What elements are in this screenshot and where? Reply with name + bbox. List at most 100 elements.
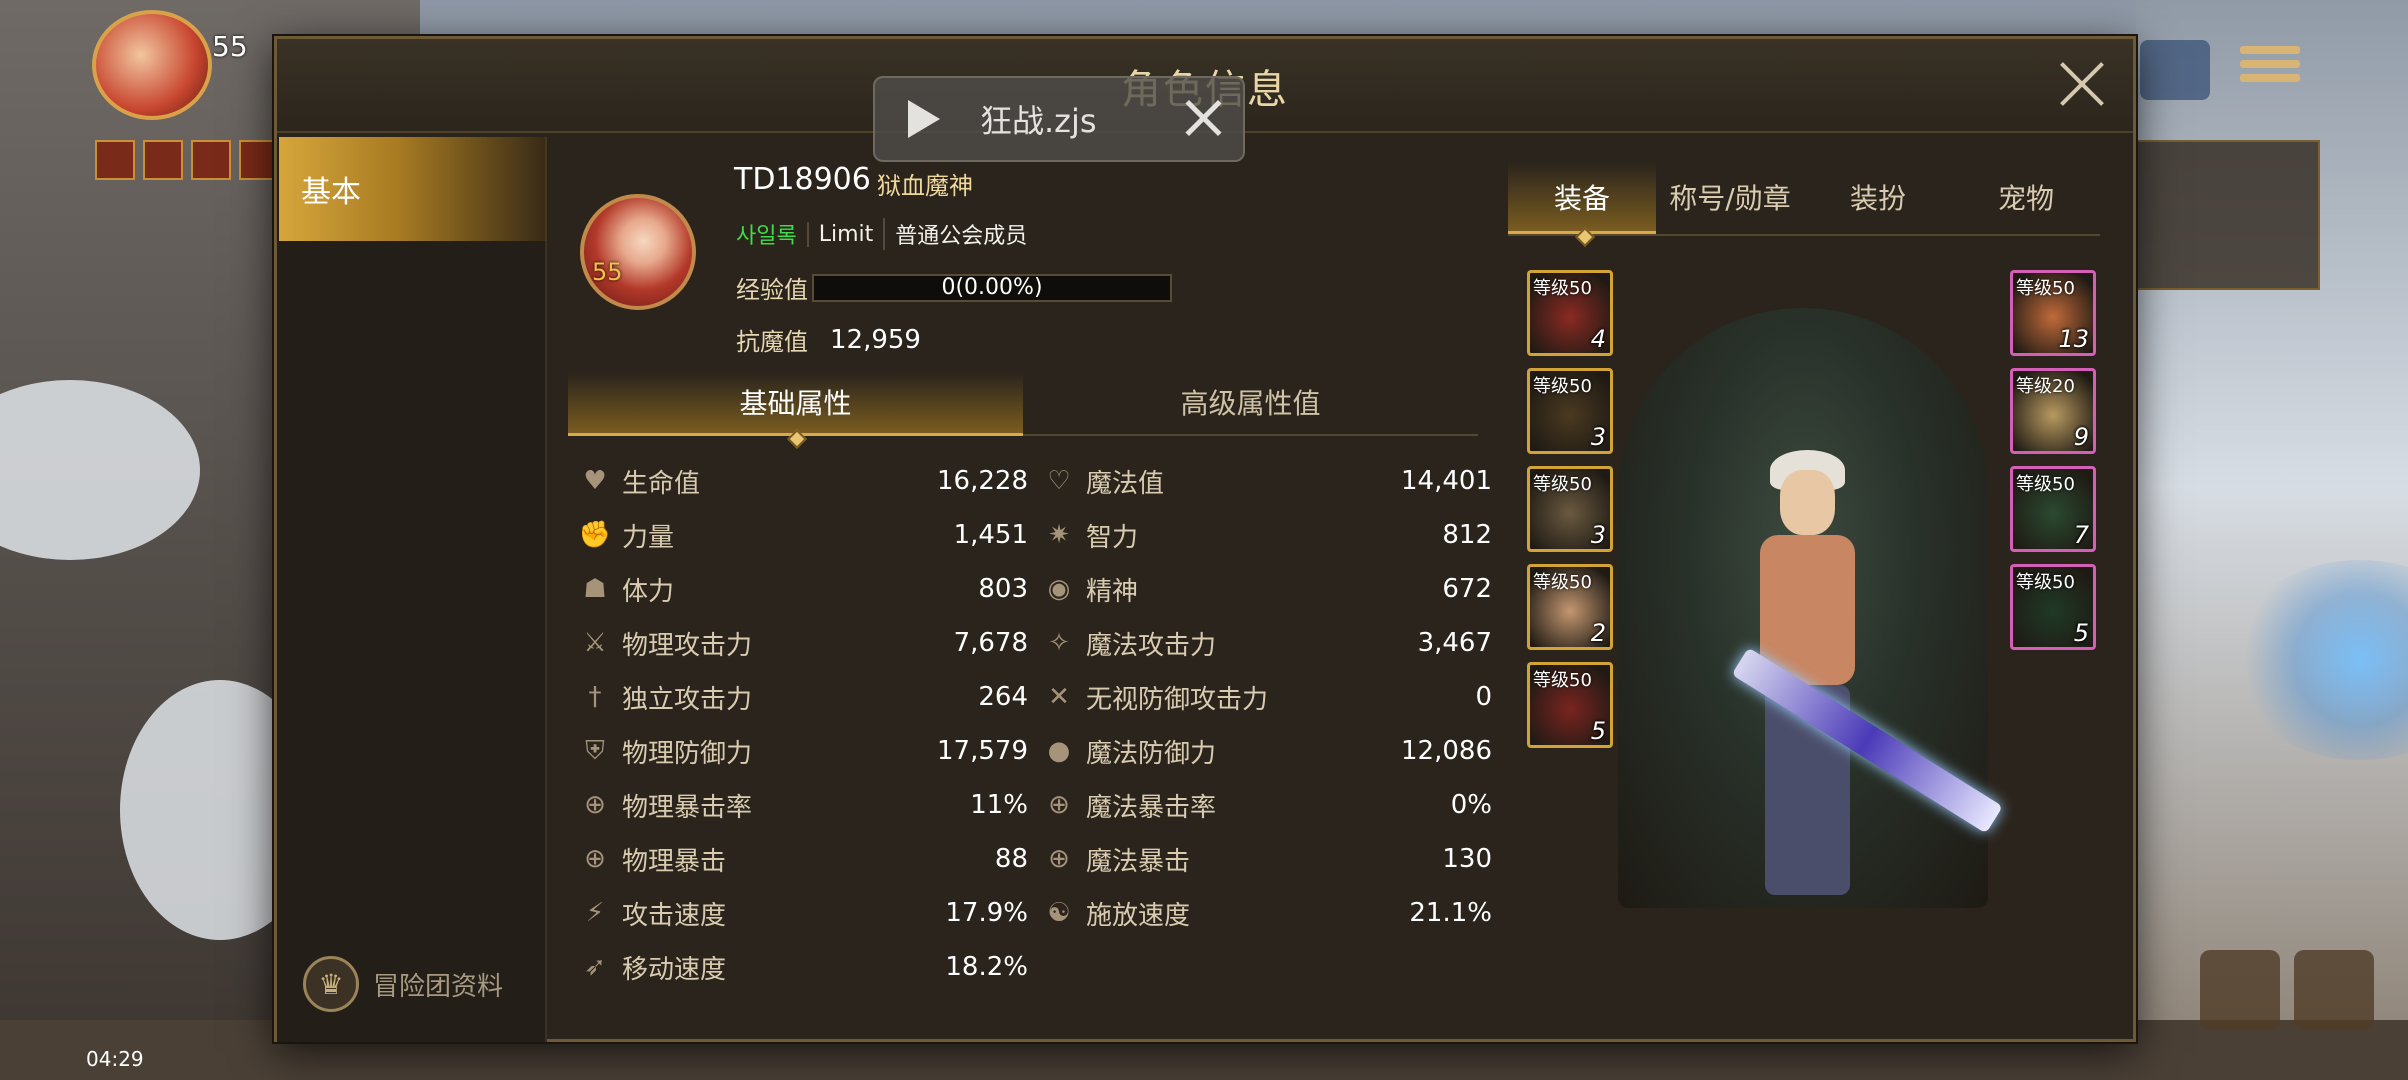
equipment-slot[interactable]: 等级50 3 — [1527, 368, 1613, 454]
slot-level: 等级50 — [1533, 376, 1592, 397]
stat-value: 264 — [978, 682, 1028, 712]
stat-value: 17.9% — [945, 898, 1028, 928]
equipment-slot[interactable]: 等级50 7 — [2010, 466, 2096, 552]
nav-item-basic[interactable]: 基本 — [279, 137, 547, 241]
stat-value: 18.2% — [945, 952, 1028, 982]
stat-value: 14,401 — [1401, 466, 1492, 496]
crosshair-icon: ⊕ — [584, 844, 606, 874]
hud-buff-bar — [95, 140, 279, 180]
crosshair-icon: ⊕ — [1048, 790, 1070, 820]
stat-label: 无视防御攻击力 — [1086, 684, 1269, 715]
stat-label: 魔法暴击率 — [1086, 792, 1217, 823]
stat-value: 0 — [1475, 682, 1492, 712]
slot-count: 13 — [2058, 325, 2089, 353]
stat-row: ✕ 无视防御攻击力 0 — [1042, 670, 1492, 724]
stats-left-column: ♥ 生命值 16,228 ✊ 力量 1,451 ☗ 体力 803 ⚔ 物理攻击力 7,678 † 独立攻击… — [578, 454, 1028, 994]
hud-player-avatar[interactable] — [92, 10, 212, 120]
stat-row: ♡ 魔法值 14,401 — [1042, 454, 1492, 508]
character-tag: 사일록 — [736, 224, 797, 249]
stat-row: ● 魔法防御力 12,086 — [1042, 724, 1492, 778]
stat-value: 130 — [1442, 844, 1492, 874]
character-meta: 사일록 Limit 普通公会成员 — [736, 218, 1037, 250]
stat-value: 0% — [1450, 790, 1492, 820]
equipment-slot[interactable]: 等级50 4 — [1527, 270, 1613, 356]
slot-level: 等级50 — [1533, 670, 1592, 691]
stat-value: 17,579 — [937, 736, 1028, 766]
stat-label: 物理攻击力 — [622, 630, 753, 661]
stat-value: 88 — [994, 844, 1028, 874]
hud-level: 55 — [212, 30, 248, 63]
close-button[interactable] — [2057, 59, 2107, 109]
equipment-slot[interactable]: 等级50 2 — [1527, 564, 1613, 650]
stat-label: 魔法值 — [1086, 468, 1165, 499]
stat-label: 施放速度 — [1086, 900, 1191, 931]
exp-row: 经验值 0(0.00%) — [736, 270, 1172, 305]
mail-icon[interactable] — [2140, 40, 2210, 100]
left-nav: 基本 ♛ 冒险团资料 — [277, 137, 547, 1042]
slot-level: 等级50 — [2016, 278, 2075, 299]
nav-item-adventure[interactable]: ♛ 冒险团资料 — [303, 956, 503, 1012]
stats-right-column: ♡ 魔法值 14,401 ✷ 智力 812 ◉ 精神 672 ✧ 魔法攻击力 3,467 ✕ 无视防御攻击… — [1042, 454, 1492, 940]
media-close-button[interactable] — [1183, 98, 1223, 138]
tab-equip-1[interactable]: 称号/勋章 — [1656, 162, 1804, 234]
character-avatar — [580, 194, 696, 310]
resist-value: 12,959 — [830, 324, 921, 355]
slot-level: 等级50 — [1533, 278, 1592, 299]
slot-level: 等级50 — [1533, 474, 1592, 495]
stat-row: ⊕ 魔法暴击 130 — [1042, 832, 1492, 886]
crosshair-icon: ⊕ — [1048, 844, 1070, 874]
play-icon[interactable] — [908, 100, 940, 138]
tab-equip-3[interactable]: 宠物 — [1952, 162, 2100, 234]
tab-advanced-stats[interactable]: 高级属性值 — [1023, 372, 1478, 436]
tab-basic-stats[interactable]: 基础属性 — [568, 372, 1023, 436]
cast-speed-icon: ☯ — [1047, 898, 1071, 928]
stat-value: 7,678 — [953, 628, 1028, 658]
stat-label: 物理暴击率 — [622, 792, 753, 823]
equipment-slot[interactable]: 等级50 13 — [2010, 270, 2096, 356]
media-playback-pill: 狂战.zjs — [873, 76, 1245, 162]
resist-row: 抗魔值 12,959 — [736, 322, 921, 357]
stat-value: 1,451 — [953, 520, 1028, 550]
equipment-slot[interactable]: 等级50 5 — [1527, 662, 1613, 748]
stat-value: 21.1% — [1409, 898, 1492, 928]
slot-count: 2 — [1590, 619, 1606, 647]
ignore-defense-icon: ✕ — [1048, 682, 1070, 712]
tab-equip-2[interactable]: 装扮 — [1804, 162, 1952, 234]
stat-row: ☯ 施放速度 21.1% — [1042, 886, 1492, 940]
tab-equip-0[interactable]: 装备 — [1508, 162, 1656, 234]
magic-attack-icon: ✧ — [1048, 628, 1070, 658]
stat-row: ☗ 体力 803 — [578, 562, 1028, 616]
media-file-name: 狂战.zjs — [980, 102, 1097, 140]
stat-label: 体力 — [622, 576, 675, 607]
slot-count: 7 — [2073, 521, 2089, 549]
equipment-slot[interactable]: 等级50 3 — [1527, 466, 1613, 552]
stat-value: 11% — [970, 790, 1028, 820]
slot-count: 5 — [2073, 619, 2089, 647]
slot-count: 9 — [2073, 423, 2089, 451]
attack-speed-icon: ⚡ — [585, 898, 605, 928]
equipment-tabs: 装备 称号/勋章 装扮 宠物 — [1508, 162, 2100, 236]
stat-label: 生命值 — [622, 468, 701, 499]
stat-value: 16,228 — [937, 466, 1028, 496]
equipment-slot[interactable]: 等级50 5 — [2010, 564, 2096, 650]
stat-value: 672 — [1442, 574, 1492, 604]
stat-row: ⊕ 物理暴击率 11% — [578, 778, 1028, 832]
stat-row: ⊕ 物理暴击 88 — [578, 832, 1028, 886]
character-class: 狱血魔神 — [877, 172, 973, 200]
menu-icon[interactable] — [2240, 40, 2300, 90]
stat-label: 独立攻击力 — [622, 684, 753, 715]
hud-map-panel[interactable] — [2135, 140, 2320, 290]
intelligence-icon: ✷ — [1048, 520, 1070, 550]
orb-icon: ● — [1047, 736, 1071, 766]
slot-level: 等级50 — [2016, 572, 2075, 593]
heart-outline-icon: ♡ — [1047, 466, 1071, 496]
slot-count: 5 — [1590, 717, 1606, 745]
slot-level: 等级50 — [2016, 474, 2075, 495]
vitality-icon: ☗ — [583, 574, 607, 604]
stat-value: 12,086 — [1401, 736, 1492, 766]
stat-label: 精神 — [1086, 576, 1139, 607]
stat-value: 803 — [978, 574, 1028, 604]
equipment-slot[interactable]: 等级20 9 — [2010, 368, 2096, 454]
crosshair-icon: ⊕ — [584, 790, 606, 820]
stat-row: ◉ 精神 672 — [1042, 562, 1492, 616]
